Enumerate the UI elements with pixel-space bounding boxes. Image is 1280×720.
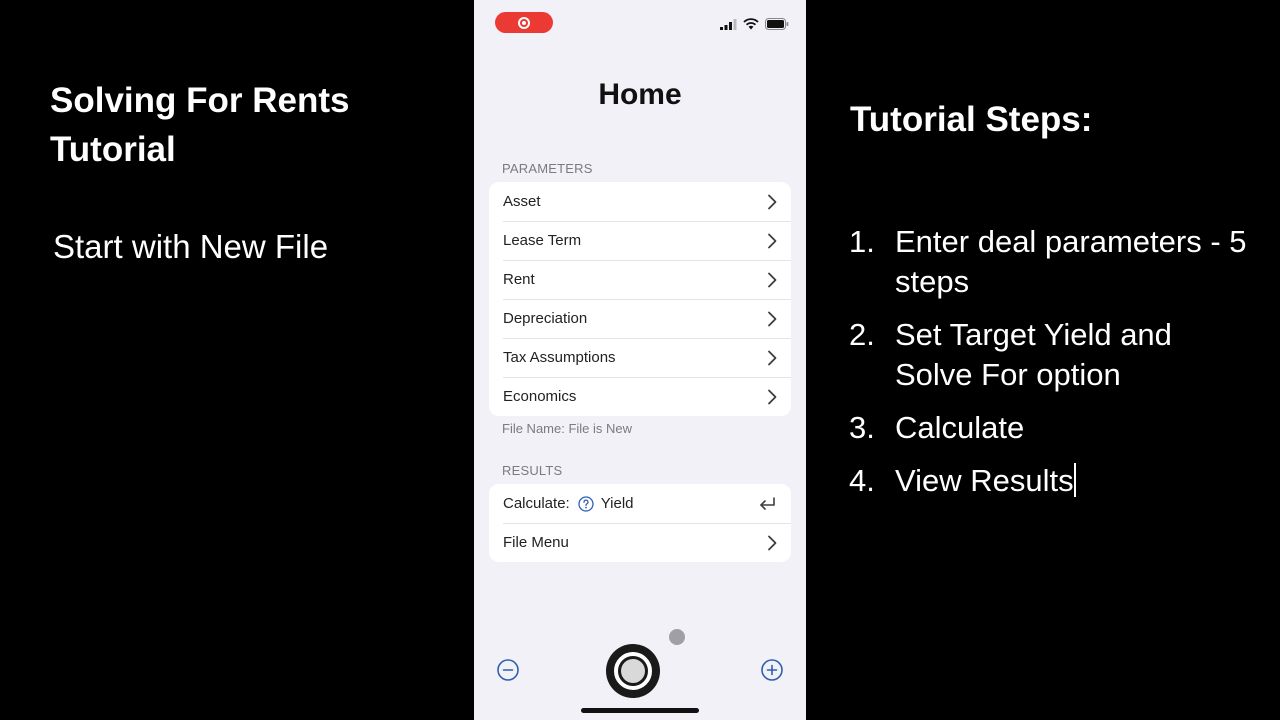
calculate-row[interactable]: Calculate: Yield (489, 484, 791, 523)
home-indicator[interactable] (581, 708, 699, 713)
list-item-label: Depreciation (503, 310, 588, 327)
file-name-note: File Name: File is New (502, 421, 633, 436)
list-item-rent[interactable]: Rent (489, 260, 791, 299)
status-icons (720, 18, 789, 30)
tutorial-steps-list: 1. Enter deal parameters - 5 steps 2. Set … (849, 222, 1249, 514)
step-text: Set Target Yield and Solve For option (895, 317, 1172, 392)
calculate-label: Calculate: (503, 495, 570, 512)
list-item-label: Rent (503, 271, 535, 288)
list-item-file-menu[interactable]: File Menu (489, 523, 791, 562)
chevron-right-icon (768, 535, 777, 550)
list-item-label: Lease Term (503, 232, 582, 249)
battery-icon (765, 18, 789, 30)
step-item: 3. Calculate (849, 408, 1249, 448)
list-item-lease-term[interactable]: Lease Term (489, 221, 791, 260)
step-number: 2. (849, 317, 875, 352)
step-item: 1. Enter deal parameters - 5 steps (849, 222, 1249, 302)
list-item-label: Asset (503, 193, 541, 210)
results-section-header: RESULTS (502, 463, 563, 478)
chevron-right-icon (768, 194, 777, 209)
record-ring-icon (614, 652, 652, 690)
parameters-list: Asset Lease Term Rent Depreciation Tax A… (489, 182, 791, 416)
text-cursor (1073, 463, 1076, 497)
zoom-out-icon[interactable] (496, 658, 520, 682)
results-list: Calculate: Yield File Menu (489, 484, 791, 562)
step-number: 3. (849, 410, 875, 445)
list-item-economics[interactable]: Economics (489, 377, 791, 416)
chevron-right-icon (768, 389, 777, 404)
list-item-label: Economics (503, 388, 577, 405)
chevron-right-icon (768, 350, 777, 365)
signal-icon (720, 18, 737, 30)
step-item: 4. View Results (849, 461, 1249, 501)
screen-recording-indicator[interactable] (495, 12, 553, 33)
status-bar (474, 0, 806, 44)
calculate-target-value[interactable]: Yield (601, 495, 634, 512)
step-item: 2. Set Target Yield and Solve For option (849, 315, 1249, 395)
tutorial-title: Solving For Rents Tutorial (50, 81, 350, 169)
step-text: Calculate (895, 410, 1025, 445)
record-core (621, 659, 645, 683)
record-icon (518, 16, 530, 29)
wifi-icon (743, 18, 759, 30)
list-item-label: Tax Assumptions (503, 349, 616, 366)
list-item-depreciation[interactable]: Depreciation (489, 299, 791, 338)
steps-heading: Tutorial Steps: (850, 100, 1093, 139)
chevron-right-icon (768, 233, 777, 248)
step-text: View Results (895, 463, 1074, 498)
phone-screen: Home PARAMETERS Asset Lease Term Rent De… (474, 0, 806, 720)
step-number: 1. (849, 224, 875, 259)
chevron-right-icon (768, 311, 777, 326)
list-item-tax-assumptions[interactable]: Tax Assumptions (489, 338, 791, 377)
step-number: 4. (849, 463, 875, 498)
tutorial-subtitle: Start with New File (53, 228, 329, 265)
step-text: Enter deal parameters - 5 steps (895, 224, 1247, 299)
record-button[interactable] (606, 644, 660, 698)
step-text-with-cursor: View Results (895, 461, 1249, 501)
list-item-asset[interactable]: Asset (489, 182, 791, 221)
zoom-in-icon[interactable] (760, 658, 784, 682)
parameters-section-header: PARAMETERS (502, 161, 593, 176)
chevron-right-icon (768, 272, 777, 287)
page-title: Home (598, 78, 682, 111)
help-icon[interactable] (578, 495, 594, 512)
return-icon[interactable] (757, 496, 777, 512)
touch-indicator (669, 629, 685, 645)
list-item-label: File Menu (503, 534, 569, 551)
